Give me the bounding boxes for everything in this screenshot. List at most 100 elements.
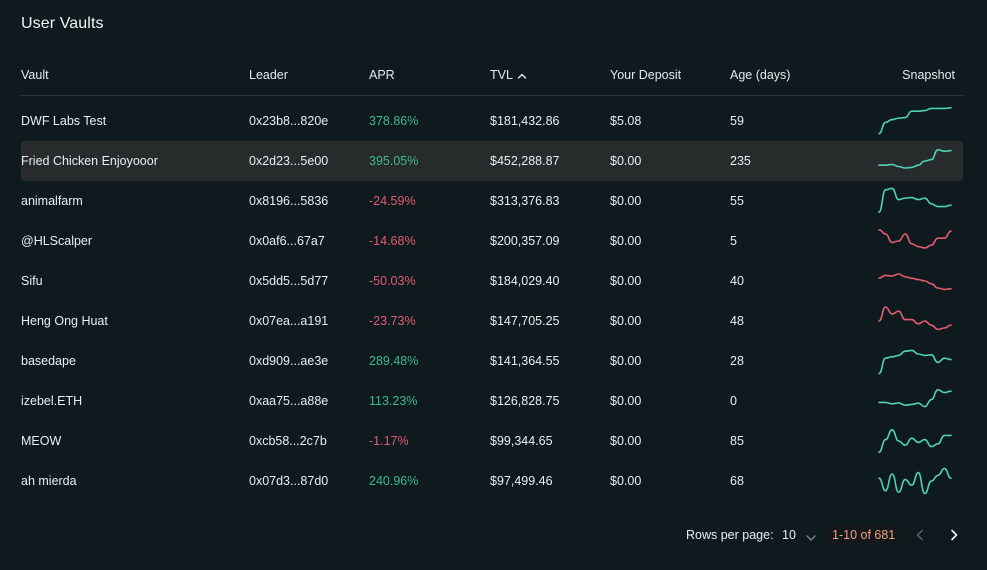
chevron-down-icon[interactable] bbox=[805, 531, 817, 545]
sparkline-chart bbox=[878, 148, 952, 169]
vault-name[interactable]: izebel.ETH bbox=[21, 394, 82, 408]
apr-value: 378.86% bbox=[369, 114, 419, 128]
table-header: Vault Leader APR TVL Your Deposit Age (d… bbox=[21, 60, 963, 96]
your-deposit-value: $0.00 bbox=[610, 354, 642, 368]
sparkline-chart bbox=[878, 349, 952, 375]
table-row[interactable]: Heng Ong Huat 0x07ea...a191 -23.73% $147,70… bbox=[21, 301, 963, 341]
leader-address[interactable]: 0xd909...ae3e bbox=[249, 354, 328, 368]
apr-value: -1.17% bbox=[369, 434, 409, 448]
table-row[interactable]: animalfarm 0x8196...5836 -24.59% $313,376.8… bbox=[21, 181, 963, 221]
your-deposit-value: $0.00 bbox=[610, 474, 642, 488]
vault-name[interactable]: MEOW bbox=[21, 434, 61, 448]
apr-value: 395.05% bbox=[369, 154, 419, 168]
apr-value: -50.03% bbox=[369, 274, 416, 288]
vault-name[interactable]: DWF Labs Test bbox=[21, 114, 106, 128]
apr-value: -24.59% bbox=[369, 194, 416, 208]
table-row[interactable]: MEOW 0xcb58...2c7b -1.17% $99,344.65 $0.00 85 bbox=[21, 421, 963, 461]
sparkline-series bbox=[878, 467, 952, 495]
tvl-value: $181,432.86 bbox=[490, 114, 560, 128]
vault-name[interactable]: Heng Ong Huat bbox=[21, 314, 108, 328]
tvl-value: $141,364.55 bbox=[490, 354, 560, 368]
vault-name[interactable]: Fried Chicken Enjoyooor bbox=[21, 154, 158, 168]
vault-name[interactable]: ah mierda bbox=[21, 474, 77, 488]
sparkline-series bbox=[878, 388, 952, 408]
leader-address[interactable]: 0xcb58...2c7b bbox=[249, 434, 327, 448]
table-row[interactable]: DWF Labs Test 0x23b8...820e 378.86% $181,43… bbox=[21, 101, 963, 141]
age-value: 85 bbox=[730, 434, 744, 448]
table-row[interactable]: basedape 0xd909...ae3e 289.48% $141,364.55 $… bbox=[21, 341, 963, 381]
sparkline-series bbox=[878, 107, 952, 135]
age-value: 0 bbox=[730, 394, 737, 408]
column-header-snapshot: Snapshot bbox=[902, 68, 955, 82]
age-value: 68 bbox=[730, 474, 744, 488]
snapshot-sparkline bbox=[878, 267, 952, 295]
table-row[interactable]: ah mierda 0x07d3...87d0 240.96% $97,499.46 $… bbox=[21, 461, 963, 501]
chevron-left-icon[interactable] bbox=[913, 527, 927, 543]
snapshot-sparkline bbox=[878, 387, 952, 415]
table-row[interactable]: izebel.ETH 0xaa75...a88e 113.23% $126,828.7… bbox=[21, 381, 963, 421]
table-row[interactable]: Sifu 0x5dd5...5d77 -50.03% $184,029.40 $0.00… bbox=[21, 261, 963, 301]
snapshot-sparkline bbox=[878, 427, 952, 455]
vault-name[interactable]: Sifu bbox=[21, 274, 43, 288]
sparkline-series bbox=[878, 273, 952, 291]
age-value: 48 bbox=[730, 314, 744, 328]
sparkline-series bbox=[878, 148, 952, 169]
apr-value: 113.23% bbox=[369, 394, 418, 408]
sparkline-series bbox=[878, 306, 952, 331]
tvl-value: $147,705.25 bbox=[490, 314, 560, 328]
leader-address[interactable]: 0x07ea...a191 bbox=[249, 314, 328, 328]
leader-address[interactable]: 0x8196...5836 bbox=[249, 194, 328, 208]
tvl-value: $452,288.87 bbox=[490, 154, 560, 168]
column-header-leader[interactable]: Leader bbox=[249, 68, 288, 82]
column-header-apr[interactable]: APR bbox=[369, 68, 395, 82]
apr-value: 240.96% bbox=[369, 474, 419, 488]
column-header-your-deposit[interactable]: Your Deposit bbox=[610, 68, 681, 82]
apr-value: 289.48% bbox=[369, 354, 419, 368]
your-deposit-value: $0.00 bbox=[610, 234, 642, 248]
your-deposit-value: $0.00 bbox=[610, 314, 642, 328]
your-deposit-value: $0.00 bbox=[610, 194, 642, 208]
leader-address[interactable]: 0x5dd5...5d77 bbox=[249, 274, 328, 288]
leader-address[interactable]: 0x0af6...67a7 bbox=[249, 234, 325, 248]
snapshot-sparkline bbox=[878, 467, 952, 495]
leader-address[interactable]: 0x07d3...87d0 bbox=[249, 474, 328, 488]
snapshot-sparkline bbox=[878, 347, 952, 375]
your-deposit-value: $0.00 bbox=[610, 154, 642, 168]
rows-per-page-select[interactable]: 10 bbox=[782, 528, 796, 542]
tvl-value: $99,344.65 bbox=[490, 434, 553, 448]
tvl-value: $200,357.09 bbox=[490, 234, 560, 248]
tvl-value: $126,828.75 bbox=[490, 394, 560, 408]
column-header-vault[interactable]: Vault bbox=[21, 68, 49, 82]
leader-address[interactable]: 0xaa75...a88e bbox=[249, 394, 328, 408]
sparkline-chart bbox=[878, 388, 952, 408]
sparkline-series bbox=[878, 187, 952, 213]
table-row[interactable]: @HLScalper 0x0af6...67a7 -14.68% $200,357.0… bbox=[21, 221, 963, 261]
age-value: 28 bbox=[730, 354, 744, 368]
sparkline-series bbox=[878, 349, 952, 375]
sparkline-chart bbox=[878, 187, 952, 213]
sparkline-chart bbox=[878, 467, 952, 495]
leader-address[interactable]: 0x23b8...820e bbox=[249, 114, 328, 128]
column-header-tvl-label: TVL bbox=[490, 68, 513, 82]
vault-name[interactable]: @HLScalper bbox=[21, 234, 92, 248]
vault-name[interactable]: animalfarm bbox=[21, 194, 83, 208]
table-row[interactable]: Fried Chicken Enjoyooor 0x2d23...5e00 395.… bbox=[21, 141, 963, 181]
leader-address[interactable]: 0x2d23...5e00 bbox=[249, 154, 328, 168]
age-value: 55 bbox=[730, 194, 744, 208]
snapshot-sparkline bbox=[878, 227, 952, 255]
tvl-value: $97,499.46 bbox=[490, 474, 553, 488]
tvl-value: $184,029.40 bbox=[490, 274, 560, 288]
column-header-age[interactable]: Age (days) bbox=[730, 68, 790, 82]
column-header-tvl[interactable]: TVL bbox=[490, 68, 527, 83]
snapshot-sparkline bbox=[878, 187, 952, 215]
page-title: User Vaults bbox=[21, 15, 104, 32]
chevron-right-icon[interactable] bbox=[947, 527, 961, 543]
snapshot-sparkline bbox=[878, 306, 952, 335]
vault-name[interactable]: basedape bbox=[21, 354, 76, 368]
snapshot-sparkline bbox=[878, 147, 952, 175]
your-deposit-value: $0.00 bbox=[610, 274, 642, 288]
sparkline-chart bbox=[878, 428, 952, 453]
sparkline-chart bbox=[878, 107, 952, 135]
sparkline-chart bbox=[878, 273, 952, 291]
apr-value: -23.73% bbox=[369, 314, 416, 328]
